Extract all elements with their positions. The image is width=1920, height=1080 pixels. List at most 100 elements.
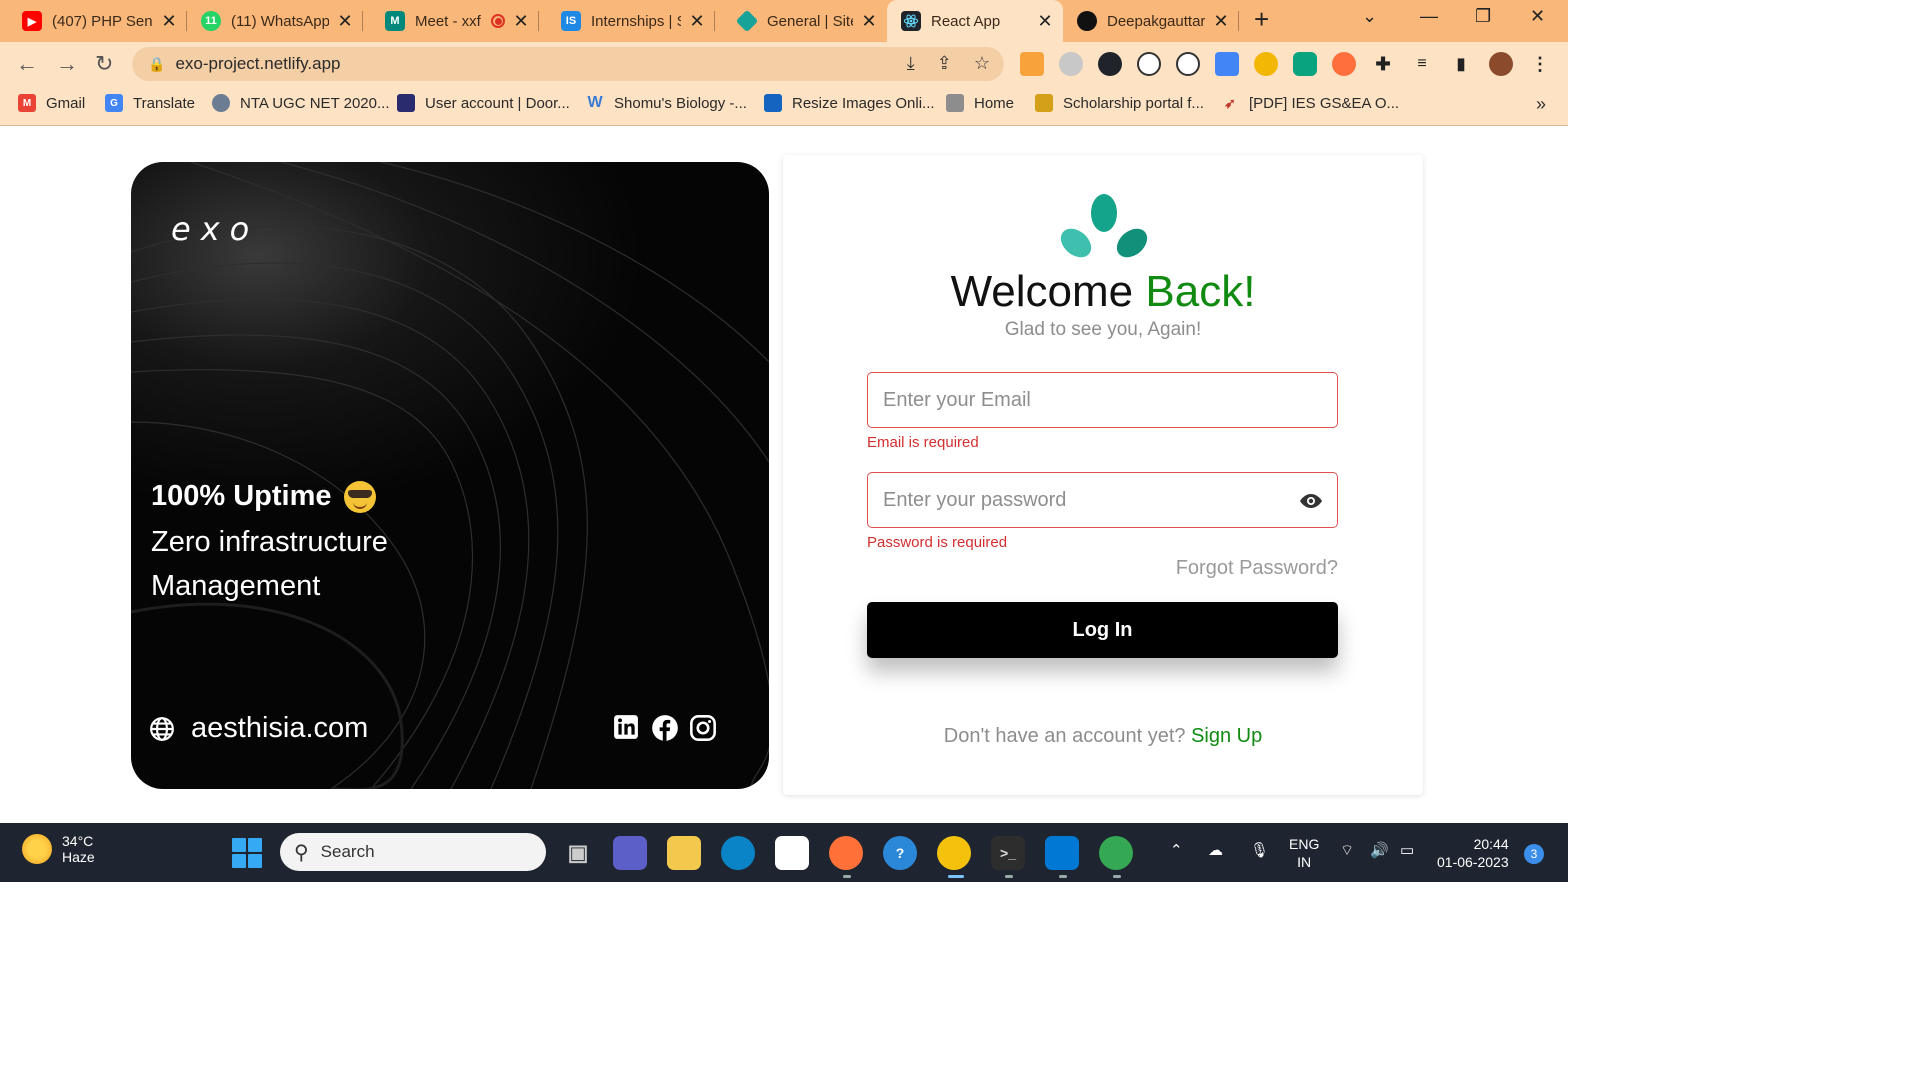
- restore-icon[interactable]: ❐: [1475, 6, 1491, 27]
- signup-prompt: Don't have an account yet? Sign Up: [943, 725, 1263, 747]
- address-bar[interactable]: 🔒 exo-project.netlify.app ⤓ ⇪ ☆: [132, 47, 1004, 81]
- close-icon[interactable]: ✕: [689, 11, 705, 32]
- clock[interactable]: 20:44 01-06-2023: [1437, 835, 1509, 871]
- website-link[interactable]: aesthisia.com: [149, 712, 368, 745]
- user-account-icon: [397, 94, 415, 112]
- eye-icon[interactable]: [1299, 489, 1323, 513]
- tab-whatsapp[interactable]: 11 (11) WhatsApp ✕: [187, 0, 363, 42]
- close-icon[interactable]: ✕: [861, 11, 877, 32]
- puzzle-icon[interactable]: ✚: [1371, 52, 1395, 76]
- tab-meet[interactable]: M Meet - xxf ✕: [363, 0, 539, 42]
- recording-icon: [491, 14, 505, 28]
- bookmark-user-account[interactable]: User account | Door...: [397, 94, 570, 112]
- tab-youtube[interactable]: ▶ (407) PHP Senc ✕: [0, 0, 187, 42]
- minimize-icon[interactable]: —: [1420, 6, 1438, 27]
- bookmark-shomus-biology[interactable]: W Shomu's Biology -...: [586, 94, 746, 112]
- share-icon[interactable]: ⇪: [937, 53, 952, 74]
- taskbar-search[interactable]: ⚲ Search: [280, 833, 546, 871]
- menu-icon[interactable]: ⋮: [1528, 52, 1552, 76]
- firefox-icon[interactable]: [829, 836, 863, 870]
- signup-link[interactable]: Sign Up: [1191, 725, 1262, 747]
- microphone-icon[interactable]: 🎙: [1250, 841, 1269, 859]
- microsoft-store-icon[interactable]: [775, 836, 809, 870]
- extension-icon[interactable]: [1059, 52, 1083, 76]
- sidepanel-icon[interactable]: ▮: [1449, 52, 1473, 76]
- weather-widget[interactable]: 34°C Haze: [22, 833, 95, 865]
- instagram-icon[interactable]: [689, 714, 716, 741]
- more-bookmarks-icon[interactable]: »: [1536, 94, 1546, 115]
- back-icon[interactable]: ←: [16, 51, 38, 77]
- bookmark-gmail[interactable]: M Gmail: [18, 94, 85, 112]
- home-icon: [946, 94, 964, 112]
- rocket-icon: ➶: [1224, 94, 1236, 111]
- bookmark-ies-pdf[interactable]: ➶ [PDF] IES GS&EA O...: [1221, 94, 1399, 112]
- tab-title: General | Site s: [767, 12, 853, 30]
- translate-extension-icon[interactable]: [1215, 52, 1239, 76]
- tab-title: (11) WhatsApp: [231, 12, 329, 30]
- chevron-up-icon[interactable]: ⌃: [1170, 841, 1183, 859]
- password-field[interactable]: Enter your password: [867, 472, 1338, 528]
- email-field[interactable]: Enter your Email: [867, 372, 1338, 428]
- get-help-icon[interactable]: ?: [883, 836, 917, 870]
- tab-strip: ▶ (407) PHP Senc ✕ 11 (11) WhatsApp ✕ M …: [0, 0, 1568, 42]
- profile-avatar[interactable]: [1489, 52, 1513, 76]
- social-links: [613, 714, 716, 741]
- notification-badge[interactable]: 3: [1524, 844, 1544, 864]
- json-extension-icon[interactable]: [1176, 52, 1200, 76]
- forward-icon[interactable]: →: [56, 51, 78, 77]
- bookmark-nta[interactable]: NTA UGC NET 2020...: [212, 94, 390, 112]
- tab-netlify[interactable]: General | Site s ✕: [715, 0, 887, 42]
- bookmark-translate[interactable]: G Translate: [105, 94, 195, 112]
- teams-chat-icon[interactable]: [613, 836, 647, 870]
- battery-icon[interactable]: ▭: [1400, 841, 1414, 859]
- extension-icon[interactable]: [1332, 52, 1356, 76]
- onedrive-icon[interactable]: ☁: [1208, 841, 1223, 859]
- vscode-icon[interactable]: [1045, 836, 1079, 870]
- terminal-icon[interactable]: >_: [991, 836, 1025, 870]
- close-icon[interactable]: ✕: [161, 11, 177, 32]
- tab-react-app[interactable]: React App ✕: [887, 0, 1063, 42]
- linkedin-icon[interactable]: [613, 714, 639, 740]
- windows-start-icon[interactable]: [232, 838, 262, 868]
- reload-icon[interactable]: ↻: [95, 51, 113, 77]
- login-button[interactable]: Log In: [867, 602, 1338, 658]
- media-icon[interactable]: ≡: [1410, 52, 1434, 76]
- sunglasses-emoji-icon: [343, 480, 376, 513]
- facebook-icon[interactable]: [651, 714, 678, 741]
- taskbar: 34°C Haze ⚲ Search ▣ ? >_ ⌃ ☁ 🎙 ENG IN ⌔…: [0, 823, 1568, 882]
- uptime-heading: 100% Uptime: [151, 480, 376, 513]
- close-icon[interactable]: ✕: [337, 11, 353, 32]
- extension-icon[interactable]: [1293, 52, 1317, 76]
- edge-icon[interactable]: [721, 836, 755, 870]
- tab-title: Meet - xxf: [415, 12, 481, 30]
- chevron-down-icon[interactable]: ⌄: [1362, 6, 1377, 27]
- chrome-icon[interactable]: [937, 836, 971, 870]
- language-indicator[interactable]: ENG IN: [1289, 835, 1319, 871]
- react-devtools-icon[interactable]: [1098, 52, 1122, 76]
- forgot-password-link[interactable]: Forgot Password?: [1176, 557, 1338, 580]
- extension-icon[interactable]: [1020, 52, 1044, 76]
- extension-icon[interactable]: [1137, 52, 1161, 76]
- bookmark-star-icon[interactable]: ☆: [974, 53, 990, 74]
- volume-icon[interactable]: 🔊: [1370, 841, 1389, 859]
- bookmark-home[interactable]: Home: [946, 94, 1014, 112]
- close-icon[interactable]: ✕: [1037, 11, 1053, 32]
- tab-github[interactable]: Deepakgauttar ✕: [1063, 0, 1239, 42]
- whatsapp-icon: 11: [201, 11, 221, 31]
- close-icon[interactable]: ✕: [513, 11, 529, 32]
- bookmark-resize-images[interactable]: Resize Images Onli...: [764, 94, 935, 112]
- wifi-icon[interactable]: ⌔: [1340, 841, 1354, 860]
- tab-internships[interactable]: IS Internships | Su ✕: [539, 0, 715, 42]
- window-close-icon[interactable]: ✕: [1530, 6, 1545, 27]
- chrome-profile-icon[interactable]: [1099, 836, 1133, 870]
- bookmark-scholarship[interactable]: Scholarship portal f...: [1035, 94, 1204, 112]
- task-view-icon[interactable]: ▣: [561, 836, 595, 870]
- close-icon[interactable]: ✕: [1213, 11, 1229, 32]
- install-icon[interactable]: ⤓: [907, 53, 915, 74]
- google-meet-icon: M: [385, 11, 405, 31]
- new-tab-icon[interactable]: +: [1254, 4, 1269, 35]
- nta-icon: [212, 94, 230, 112]
- extension-icon[interactable]: [1254, 52, 1278, 76]
- weather-sun-icon: [22, 834, 52, 864]
- file-explorer-icon[interactable]: [667, 836, 701, 870]
